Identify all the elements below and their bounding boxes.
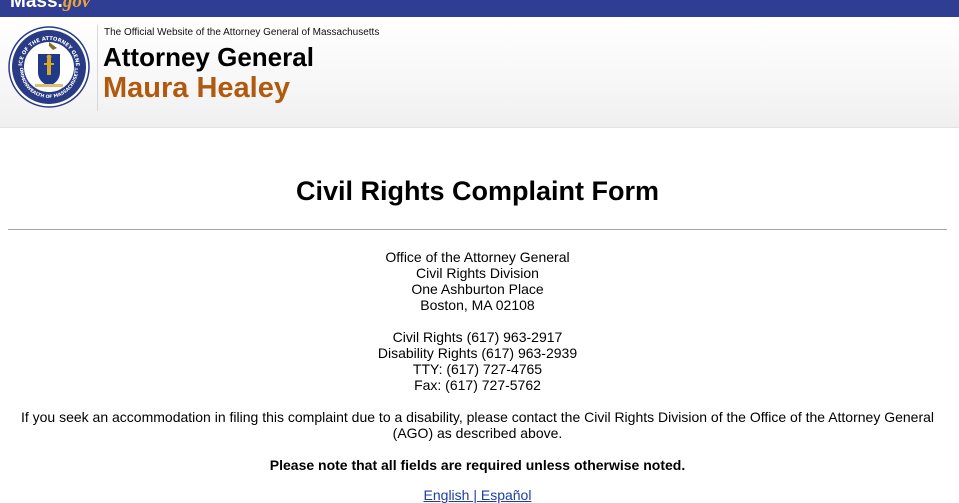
address-line: Civil Rights Division	[416, 265, 539, 281]
org-title[interactable]: Attorney General	[103, 42, 314, 73]
address-line: Office of the Attorney General	[385, 249, 570, 265]
site-tagline: The Official Website of the Attorney Gen…	[104, 27, 380, 38]
language-links[interactable]: English | Español	[0, 487, 955, 503]
address-line: One Ashburton Place	[411, 281, 544, 297]
accommodation-notice: If you seek an accommodation in filing t…	[20, 409, 935, 441]
massachusetts-seal-icon[interactable]: OFFICE OF THE ATTORNEY GENERAL COMMONWEA…	[8, 26, 90, 108]
top-bar: Mass.gov	[0, 0, 959, 17]
mass-gov-logo[interactable]: Mass.gov	[10, 0, 90, 13]
logo-main: Mass	[10, 0, 58, 12]
page-title: Civil Rights Complaint Form	[295, 176, 659, 206]
phone-line: Fax: (617) 727-5762	[414, 377, 541, 393]
header-divider	[97, 25, 98, 111]
contact-block: Office of the Attorney General Civil Rig…	[0, 249, 955, 393]
phone-line: Civil Rights (617) 963-2917	[392, 329, 563, 345]
phone-line: Disability Rights (617) 963-2939	[377, 345, 578, 361]
phone-line: TTY: (617) 727-4765	[412, 361, 543, 377]
address-line: Boston, MA 02108	[420, 297, 535, 313]
site-header: OFFICE OF THE ATTORNEY GENERAL COMMONWEA…	[0, 17, 959, 128]
logo-go: gov	[62, 0, 91, 12]
required-fields-note: Please note that all fields are required…	[269, 457, 686, 473]
title-divider	[8, 229, 947, 230]
attorney-general-name[interactable]: Maura Healey	[103, 72, 290, 105]
